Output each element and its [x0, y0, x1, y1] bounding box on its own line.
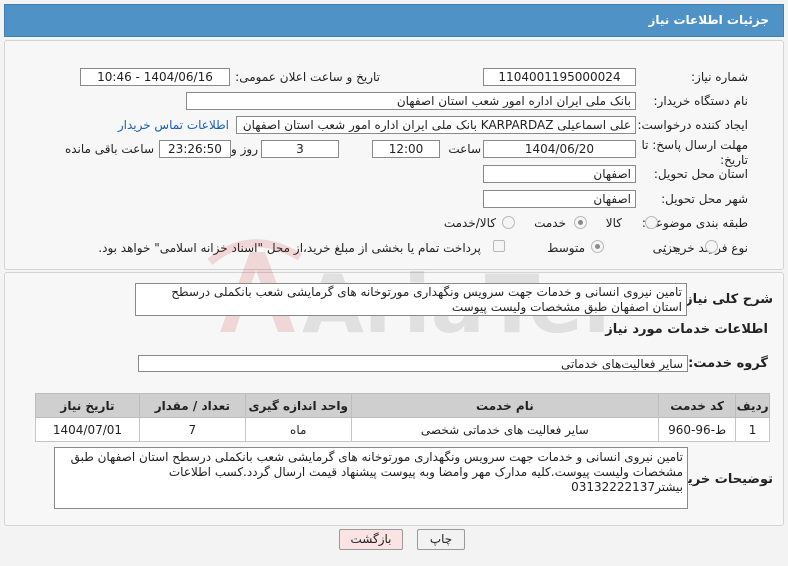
table-header-row: ردیف کد خدمت نام خدمت واحد اندازه گیری ت…: [35, 393, 770, 418]
col-service-name: نام خدمت: [350, 393, 660, 418]
back-button[interactable]: بازگشت: [339, 529, 403, 550]
col-service-code: کد خدمت: [658, 393, 737, 418]
category-option-goods: کالا: [605, 216, 622, 230]
delivery-province-field: اصفهان: [483, 165, 636, 183]
category-radio-goods-service[interactable]: [502, 216, 515, 229]
buyer-org-field: بانک ملی ایران اداره امور شعب استان اصفه…: [186, 92, 636, 110]
general-desc-field: تامین نیروی انسانی و خدمات جهت سرویس ونگ…: [135, 283, 687, 316]
cell-unit: ماه: [244, 417, 352, 442]
delivery-city-field: اصفهان: [483, 190, 636, 208]
cell-row-number: 1: [735, 417, 770, 442]
cell-quantity: 7: [138, 417, 246, 442]
deadline-date-field: 1404/06/20: [483, 140, 636, 158]
page-header: جزئیات اطلاعات نیاز: [4, 4, 784, 37]
table-row: 1 ط-96-960 سایر فعالیت های خدماتی شخصی م…: [35, 417, 770, 442]
service-group-label: گروه خدمت:: [688, 356, 768, 371]
col-need-date: تاریخ نیاز: [35, 393, 140, 418]
process-radio-medium[interactable]: [591, 240, 604, 253]
treasury-payment-note: پرداخت تمام یا بخشی از مبلغ خرید،از محل …: [98, 241, 481, 255]
process-radio-minor[interactable]: [705, 240, 718, 253]
buyer-notes-field: تامین نیروی انسانی و خدمات جهت سرویس ونگ…: [54, 447, 688, 509]
services-section-title: اطلاعات خدمات مورد نیاز: [605, 322, 768, 337]
need-number-label: شماره نیاز:: [691, 70, 748, 84]
col-quantity: تعداد / مقدار: [138, 393, 246, 418]
process-option-medium: متوسط: [547, 241, 585, 255]
cell-service-code: ط-96-960: [658, 417, 737, 442]
category-option-service: خدمت: [534, 216, 566, 230]
deadline-time-field: 12:00: [372, 140, 440, 158]
buyer-org-label: نام دستگاه خریدار:: [653, 94, 749, 108]
deadline-label: مهلت ارسال پاسخ: تا تاریخ:: [641, 138, 748, 167]
general-desc-label: شرح کلی نیاز:: [679, 292, 773, 307]
delivery-city-label: شهر محل تحویل:: [661, 192, 748, 206]
days-label: روز و: [231, 142, 258, 156]
deadline-time-label: ساعت: [448, 142, 481, 156]
col-unit: واحد اندازه گیری: [244, 393, 352, 418]
service-group-field: سایر فعالیت‌های خدماتی: [138, 355, 688, 372]
remaining-label: ساعت باقی مانده: [64, 142, 154, 156]
announce-datetime-field: 1404/06/16 - 10:46: [80, 68, 230, 86]
services-table: ردیف کد خدمت نام خدمت واحد اندازه گیری ت…: [35, 393, 770, 442]
category-option-goods-service: کالا/خدمت: [443, 216, 496, 230]
print-button[interactable]: چاپ: [417, 529, 465, 550]
buyer-contact-link[interactable]: اطلاعات تماس خریدار: [118, 118, 229, 132]
cell-service-name: سایر فعالیت های خدماتی شخصی: [350, 417, 660, 442]
cell-need-date: 1404/07/01: [35, 417, 140, 442]
delivery-province-label: استان محل تحویل:: [653, 167, 748, 181]
process-option-minor: جزیی: [652, 241, 680, 255]
col-row-number: ردیف: [735, 393, 770, 418]
announce-datetime-label: تاریخ و ساعت اعلان عمومی:: [235, 70, 380, 84]
page-title: جزئیات اطلاعات نیاز: [648, 13, 769, 27]
remaining-time-field: 23:26:50: [159, 140, 231, 158]
days-field: 3: [261, 140, 339, 158]
category-radio-service[interactable]: [574, 216, 587, 229]
requester-label: ایجاد کننده درخواست:: [637, 118, 748, 132]
need-number-field: 1104001195000024: [483, 68, 636, 86]
category-radio-goods[interactable]: [645, 216, 658, 229]
requester-field: علی اسماعیلی KARPARDAZ بانک ملی ایران اد…: [236, 116, 636, 134]
treasury-payment-checkbox[interactable]: [493, 240, 505, 252]
